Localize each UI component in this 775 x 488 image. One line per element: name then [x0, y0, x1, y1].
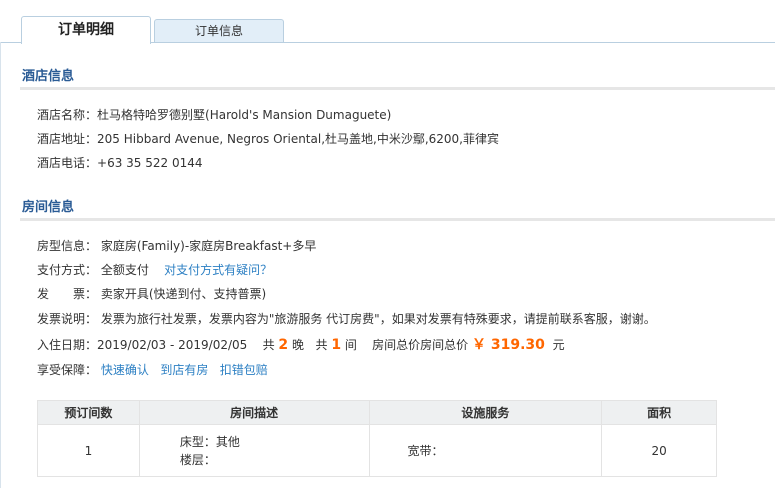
guarantee-error-compensation-link[interactable]: 扣错包赔: [220, 363, 268, 377]
guarantee-row: 享受保障： 快速确认 到店有房 扣错包赔: [37, 361, 268, 378]
header-room-description: 房间描述: [138, 400, 370, 425]
header-facilities: 设施服务: [368, 400, 603, 425]
room-type-value: 家庭房(Family)-家庭房Breakfast+多早: [100, 239, 317, 253]
content-left-border: [0, 42, 1, 488]
invoice-row: 发 票： 卖家开具(快递到付、支持普票): [37, 285, 266, 302]
rooms-count: 1: [331, 337, 342, 353]
bed-type: 床型：其他: [179, 434, 240, 449]
nights-unit: 晚: [292, 338, 305, 352]
cell-room-description: 床型：其他 楼层：: [138, 424, 370, 477]
hotel-phone-value: +63 35 522 0144: [97, 156, 203, 170]
table-row: 1 床型：其他 楼层： 宽带： 20: [37, 424, 717, 477]
guarantee-room-available-link[interactable]: 到店有房: [160, 363, 208, 377]
guarantee-fast-confirm-link[interactable]: 快速确认: [101, 363, 149, 377]
cell-facilities: 宽带：: [368, 424, 603, 477]
invoice-note-value: 发票为旅行社发票，发票内容为"旅游服务 代订房费"，如果对发票有特殊要求，请提前…: [100, 312, 656, 326]
room-type-label: 房型信息：: [37, 239, 98, 253]
tab-order-info[interactable]: 订单信息: [154, 19, 284, 43]
nights-count: 2: [278, 337, 289, 353]
total-price-unit: 元: [552, 338, 565, 352]
total-price-label: 房间总价房间总价: [372, 338, 469, 352]
guarantee-label: 享受保障：: [37, 363, 98, 377]
stay-dates-label: 入住日期：: [37, 338, 98, 352]
table-header-row: 预订间数 房间描述 设施服务 面积: [37, 400, 717, 425]
hotel-name-value: 杜马格特哈罗德别墅(Harold's Mansion Dumaguete): [97, 108, 392, 122]
header-area: 面积: [601, 400, 717, 425]
hotel-phone-row: 酒店电话：+63 35 522 0144: [37, 154, 203, 171]
payment-value: 全额支付: [100, 263, 149, 277]
rooms-prefix: 共: [315, 338, 328, 352]
invoice-note-row: 发票说明： 发票为旅行社发票，发票内容为"旅游服务 代订房费"，如果对发票有特殊…: [37, 310, 656, 327]
hotel-name-label: 酒店名称：: [37, 108, 98, 122]
total-price-value: ￥ 319.30: [472, 337, 545, 353]
tab-order-details[interactable]: 订单明细: [21, 16, 151, 44]
room-section-divider: [20, 218, 775, 221]
payment-label: 支付方式：: [37, 263, 98, 277]
payment-question-link[interactable]: 对支付方式有疑问？: [164, 263, 272, 277]
room-type-row: 房型信息： 家庭房(Family)-家庭房Breakfast+多早: [37, 237, 316, 254]
invoice-note-label: 发票说明：: [37, 312, 98, 326]
rooms-unit: 间: [344, 338, 357, 352]
cell-room-count: 1: [37, 424, 140, 477]
hotel-address-row: 酒店地址：205 Hibbard Avenue, Negros Oriental…: [37, 130, 499, 147]
nights-prefix: 共: [262, 338, 275, 352]
hotel-address-label: 酒店地址：: [37, 132, 98, 146]
hotel-phone-label: 酒店电话：: [37, 156, 98, 170]
stay-dates-value: 2019/02/03 - 2019/02/05: [97, 338, 248, 352]
floor: 楼层：: [179, 452, 216, 467]
room-section-title: 房间信息: [22, 200, 75, 215]
hotel-section-title: 酒店信息: [22, 69, 75, 84]
stay-dates-row: 入住日期：2019/02/03 - 2019/02/05 共 2 晚 共 1 间…: [37, 334, 565, 354]
invoice-value: 卖家开具(快递到付、支持普票): [100, 287, 267, 301]
tab-bar: 订单明细 订单信息: [0, 0, 775, 44]
cell-area: 20: [601, 424, 717, 477]
invoice-label: 发 票：: [37, 287, 98, 301]
booking-table: 预订间数 房间描述 设施服务 面积 1 床型：其他 楼层： 宽带： 20: [37, 400, 717, 477]
payment-row: 支付方式： 全额支付 对支付方式有疑问？: [37, 261, 272, 278]
header-room-count: 预订间数: [37, 400, 140, 425]
hotel-name-row: 酒店名称：杜马格特哈罗德别墅(Harold's Mansion Dumaguet…: [37, 106, 391, 123]
hotel-address-value: 205 Hibbard Avenue, Negros Oriental,杜马盖地…: [97, 132, 499, 146]
hotel-section-divider: [20, 87, 775, 90]
